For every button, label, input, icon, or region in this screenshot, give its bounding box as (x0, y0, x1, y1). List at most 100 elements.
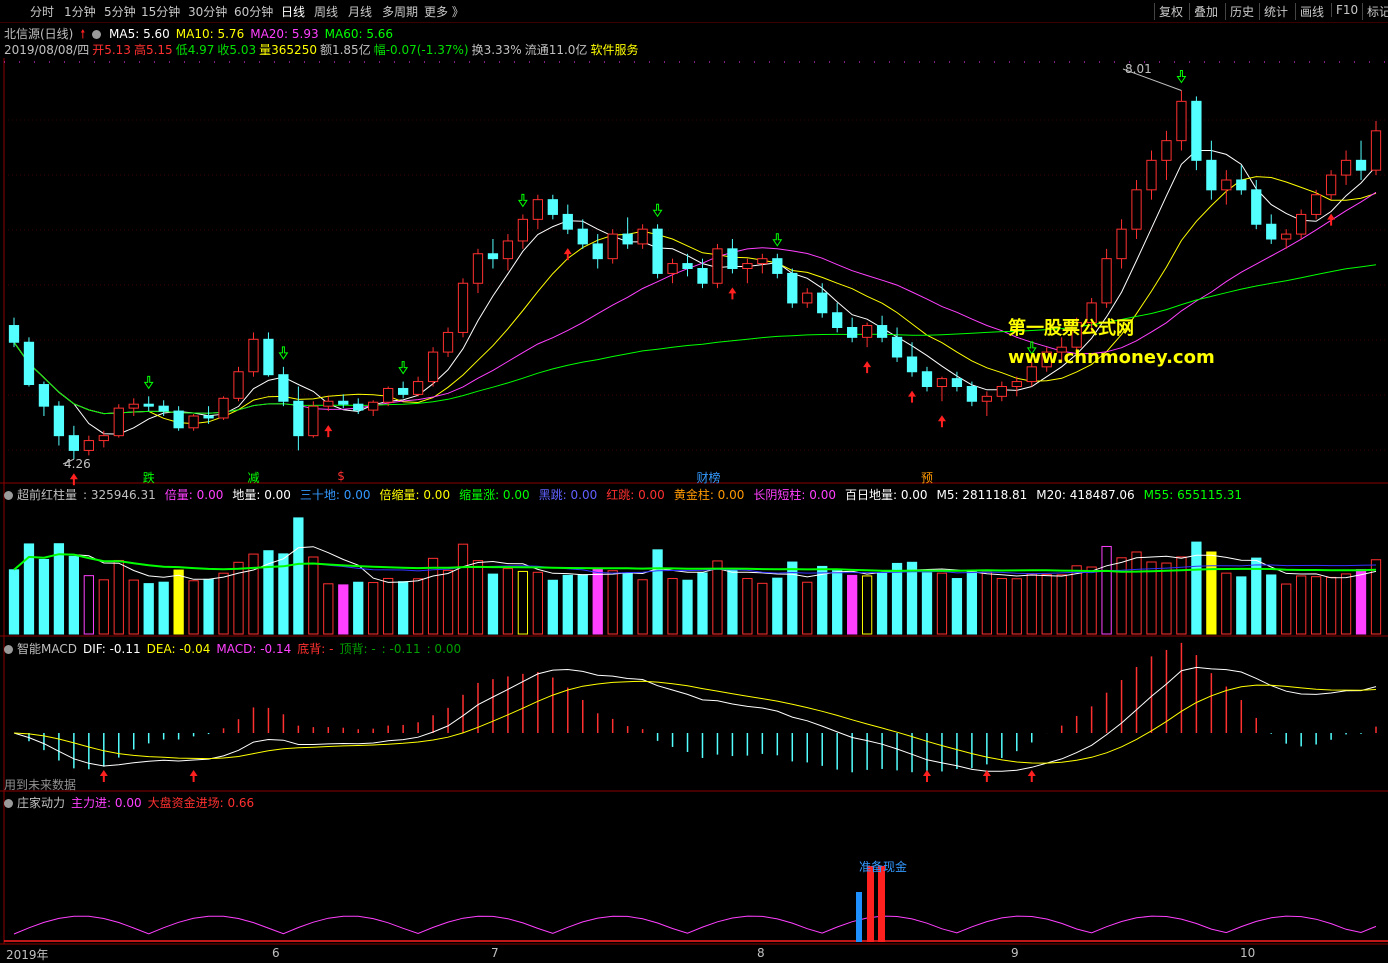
candle-body (727, 248, 738, 269)
macd-buy-arrow-icon (922, 770, 931, 782)
candle-body (772, 258, 783, 274)
sell-arrow-icon (143, 375, 154, 390)
panel-settings-icon[interactable] (4, 491, 13, 500)
ma10-line (13, 176, 1377, 425)
volume-bar (832, 570, 843, 635)
candle-body (293, 400, 304, 437)
header-value-1: 大盘资金进场: 0.66 (147, 796, 255, 810)
volume-bar (1206, 551, 1217, 635)
volume-bar (1325, 576, 1337, 635)
header-value-0: : 325946.31 (83, 488, 156, 502)
panel-settings-icon[interactable] (4, 799, 13, 808)
sell-arrow-icon (1176, 70, 1187, 84)
x-axis-label-1: 6 (272, 946, 280, 960)
candle-body (906, 356, 918, 373)
candle-body (487, 253, 499, 260)
signal-marker-4: 预 (920, 471, 933, 485)
candle-body (652, 228, 663, 274)
candle-body (996, 386, 1007, 397)
candle-body (113, 407, 124, 437)
volume-bar (667, 578, 678, 635)
ma60-line (13, 264, 1377, 415)
volume-bar (951, 578, 963, 635)
header-value-5: : -0.11 (381, 642, 421, 656)
chart-canvas (0, 58, 1388, 945)
candle-body (742, 263, 753, 270)
candle-body (1116, 228, 1127, 260)
candle-body (817, 292, 828, 314)
candle-body (532, 199, 543, 220)
volume-bar (368, 582, 379, 635)
candle-body (1026, 366, 1037, 383)
volume-bar (981, 571, 992, 635)
candle-body (607, 233, 618, 260)
buy-arrow-icon (863, 361, 872, 374)
candle-body (757, 258, 768, 265)
volume-bar (338, 584, 349, 635)
volume-bar (1221, 572, 1232, 635)
volume-bar (143, 583, 154, 635)
volume-bar (1355, 569, 1367, 635)
macd-buy-arrow-icon (982, 770, 991, 782)
volume-bar (1176, 556, 1187, 635)
volume-bar (712, 560, 723, 635)
macd-buy-arrow-icon (1027, 770, 1036, 782)
candle-body (53, 405, 65, 437)
candle-body (1191, 100, 1202, 161)
buy-arrow-icon (728, 287, 737, 300)
volume-bar (1161, 562, 1172, 635)
x-axis-label-4: 9 (1011, 946, 1019, 960)
volume-bar (83, 575, 94, 635)
x-axis-label-3: 8 (757, 946, 765, 960)
candle-body (143, 403, 154, 407)
sell-arrow-icon (517, 193, 528, 208)
buy-arrow-icon (563, 248, 572, 261)
candle-body (38, 384, 50, 407)
candle-body (592, 243, 603, 260)
ma20-line (13, 191, 1377, 415)
candle-body (68, 435, 80, 451)
volume-bar (353, 581, 364, 635)
header-value-12: M20: 418487.06 (1036, 488, 1135, 502)
volume-bar (861, 575, 873, 635)
header-value-6: 黑跳: 0.00 (538, 488, 598, 502)
watermark-title: 第一股票公式网 (1008, 318, 1134, 339)
ma5-line (13, 150, 1377, 435)
cash-bar-red-1 (867, 866, 874, 942)
cash-bar-red-2 (878, 866, 885, 942)
candle-body (802, 292, 813, 304)
volume-bar (113, 559, 124, 635)
volume-bar (742, 578, 753, 635)
volume-bar (1266, 574, 1277, 635)
volume-bar (921, 572, 933, 635)
volume-bar (1281, 583, 1292, 635)
header-value-3: 底背: - (297, 642, 334, 656)
header-value-6: : 0.00 (426, 642, 462, 656)
candle-body (1340, 159, 1352, 176)
candle-body (263, 338, 274, 376)
candle-body (562, 213, 573, 230)
buy-arrow-icon (908, 390, 917, 403)
volume-bar (757, 582, 768, 635)
candle-body (787, 272, 798, 304)
candle-body (1281, 233, 1292, 240)
volume-bar (218, 572, 229, 635)
buy-arrow-icon (1327, 213, 1336, 226)
header-value-9: 长阴短柱: 0.00 (753, 488, 836, 502)
volume-bar (98, 579, 109, 635)
volume-bar (1011, 578, 1022, 635)
x-axis-label-0: 2019年 (6, 948, 49, 962)
panel-settings-icon[interactable] (4, 645, 13, 654)
volume-bar (502, 568, 514, 635)
signal-marker-1: 减 (247, 471, 260, 485)
future-data-note: 用到未来数据 (4, 778, 77, 792)
header-value-2: MACD: -0.14 (216, 642, 292, 656)
volume-bar (517, 570, 529, 635)
candle-body (832, 312, 843, 328)
candle-body (1310, 194, 1322, 215)
buy-arrow-icon (324, 425, 333, 438)
candle-body (383, 387, 394, 403)
volume-bar (128, 579, 139, 635)
volume-bar (996, 578, 1007, 635)
candle-body (128, 403, 139, 409)
